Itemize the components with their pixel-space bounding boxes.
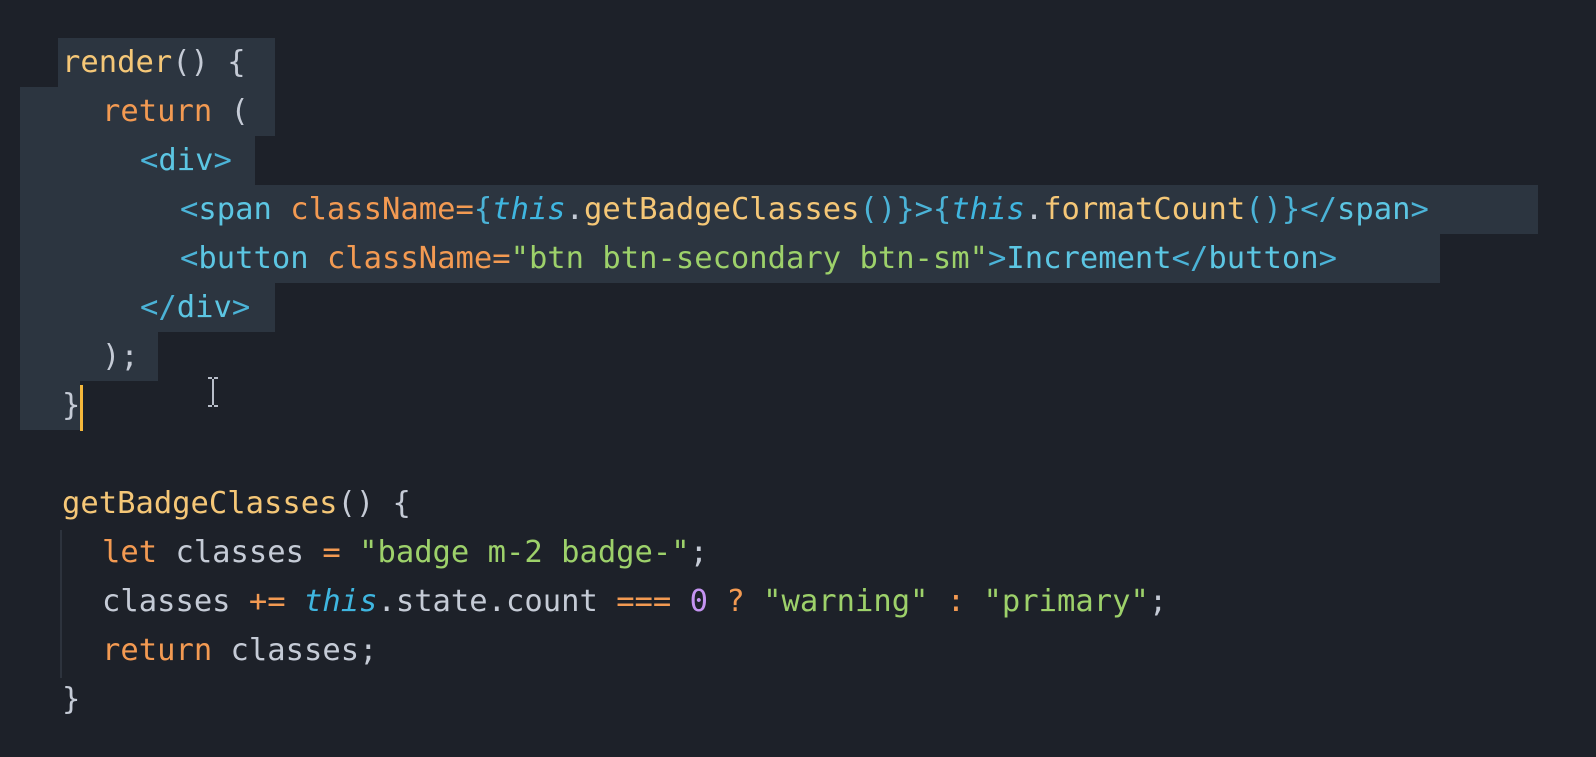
brace: } bbox=[896, 192, 915, 227]
code-line: let classes = "badge m-2 badge-"; bbox=[102, 528, 708, 577]
parens: () bbox=[1245, 192, 1282, 227]
jsx-text: Increment bbox=[1006, 241, 1172, 276]
this-keyword: this bbox=[492, 192, 566, 227]
semicolon: ; bbox=[1148, 584, 1168, 619]
this-keyword: this bbox=[304, 584, 378, 619]
text-caret bbox=[80, 385, 83, 431]
attribute-name: className= bbox=[326, 241, 511, 276]
code-text: classes; bbox=[212, 633, 378, 668]
code-line: return ( bbox=[102, 87, 249, 136]
function-name: getBadgeClasses bbox=[62, 486, 338, 521]
brace: { bbox=[473, 192, 493, 227]
brace: { bbox=[932, 192, 952, 227]
string-literal: "badge m-2 badge-" bbox=[359, 535, 690, 570]
string-literal: "btn btn-secondary btn-sm" bbox=[510, 241, 989, 276]
code-text: () { bbox=[337, 486, 411, 521]
string-literal: "warning" bbox=[763, 584, 929, 619]
code-line: <div> bbox=[140, 136, 232, 185]
indent-guide bbox=[60, 530, 62, 678]
tag-bracket: </ bbox=[1300, 192, 1338, 227]
code-editor[interactable]: render() { return ( <div> <span classNam… bbox=[0, 0, 1596, 757]
method-name: formatCount bbox=[1043, 192, 1246, 227]
keyword: let bbox=[102, 535, 158, 570]
operator: ? bbox=[726, 584, 745, 619]
number-literal: 0 bbox=[689, 584, 709, 619]
tag-name: div bbox=[158, 143, 214, 178]
tag-name: span bbox=[1337, 192, 1411, 227]
operator: += bbox=[248, 584, 286, 619]
tag-bracket: < bbox=[140, 143, 159, 178]
i-beam-icon bbox=[208, 377, 218, 407]
code-line: } bbox=[62, 675, 80, 724]
semicolon: ; bbox=[689, 535, 709, 570]
operator: : bbox=[946, 584, 966, 619]
dot: . bbox=[565, 192, 585, 227]
function-name: render bbox=[62, 45, 173, 80]
code-line: <span className={this.getBadgeClasses()}… bbox=[180, 185, 1429, 234]
code-line: render() { bbox=[62, 38, 246, 87]
code-text: ); bbox=[102, 339, 139, 374]
tag-bracket: > bbox=[1410, 192, 1429, 227]
operator: === bbox=[616, 584, 672, 619]
tag-name: button bbox=[198, 241, 309, 276]
code-line: </div> bbox=[140, 283, 250, 332]
tag-bracket: > bbox=[1318, 241, 1337, 276]
code-text: () { bbox=[172, 45, 246, 80]
keyword: return bbox=[102, 633, 213, 668]
parens: () bbox=[859, 192, 897, 227]
brace: } bbox=[1281, 192, 1301, 227]
variable: classes bbox=[102, 584, 249, 619]
tag-bracket: </ bbox=[140, 290, 177, 325]
tag-name: button bbox=[1208, 241, 1319, 276]
keyword: return bbox=[102, 94, 213, 129]
code-line: getBadgeClasses() { bbox=[62, 479, 411, 528]
code-line: <button className="btn btn-secondary btn… bbox=[180, 234, 1337, 283]
code-line: return classes; bbox=[102, 626, 377, 675]
attribute-name: className= bbox=[290, 192, 474, 227]
tag-name: div bbox=[176, 290, 232, 325]
operator: = bbox=[322, 535, 341, 570]
tag-bracket: < bbox=[180, 192, 199, 227]
tag-bracket: < bbox=[180, 241, 199, 276]
tag-name: span bbox=[198, 192, 272, 227]
code-text: } bbox=[62, 388, 81, 423]
code-line: ); bbox=[102, 332, 139, 381]
code-line: } bbox=[62, 381, 80, 430]
code-line: classes += this.state.count === 0 ? "war… bbox=[102, 577, 1167, 626]
tag-bracket: > bbox=[231, 290, 251, 325]
code-text: ( bbox=[212, 94, 249, 129]
code-text: classes bbox=[157, 535, 323, 570]
tag-bracket: > bbox=[213, 143, 232, 178]
property-access: .state.count bbox=[377, 584, 617, 619]
tag-bracket: > bbox=[914, 192, 933, 227]
this-keyword: this bbox=[951, 192, 1025, 227]
tag-bracket: </ bbox=[1171, 241, 1209, 276]
string-literal: "primary" bbox=[983, 584, 1149, 619]
dot: . bbox=[1024, 192, 1044, 227]
method-name: getBadgeClasses bbox=[584, 192, 860, 227]
tag-bracket: > bbox=[988, 241, 1007, 276]
code-text: } bbox=[62, 682, 81, 717]
